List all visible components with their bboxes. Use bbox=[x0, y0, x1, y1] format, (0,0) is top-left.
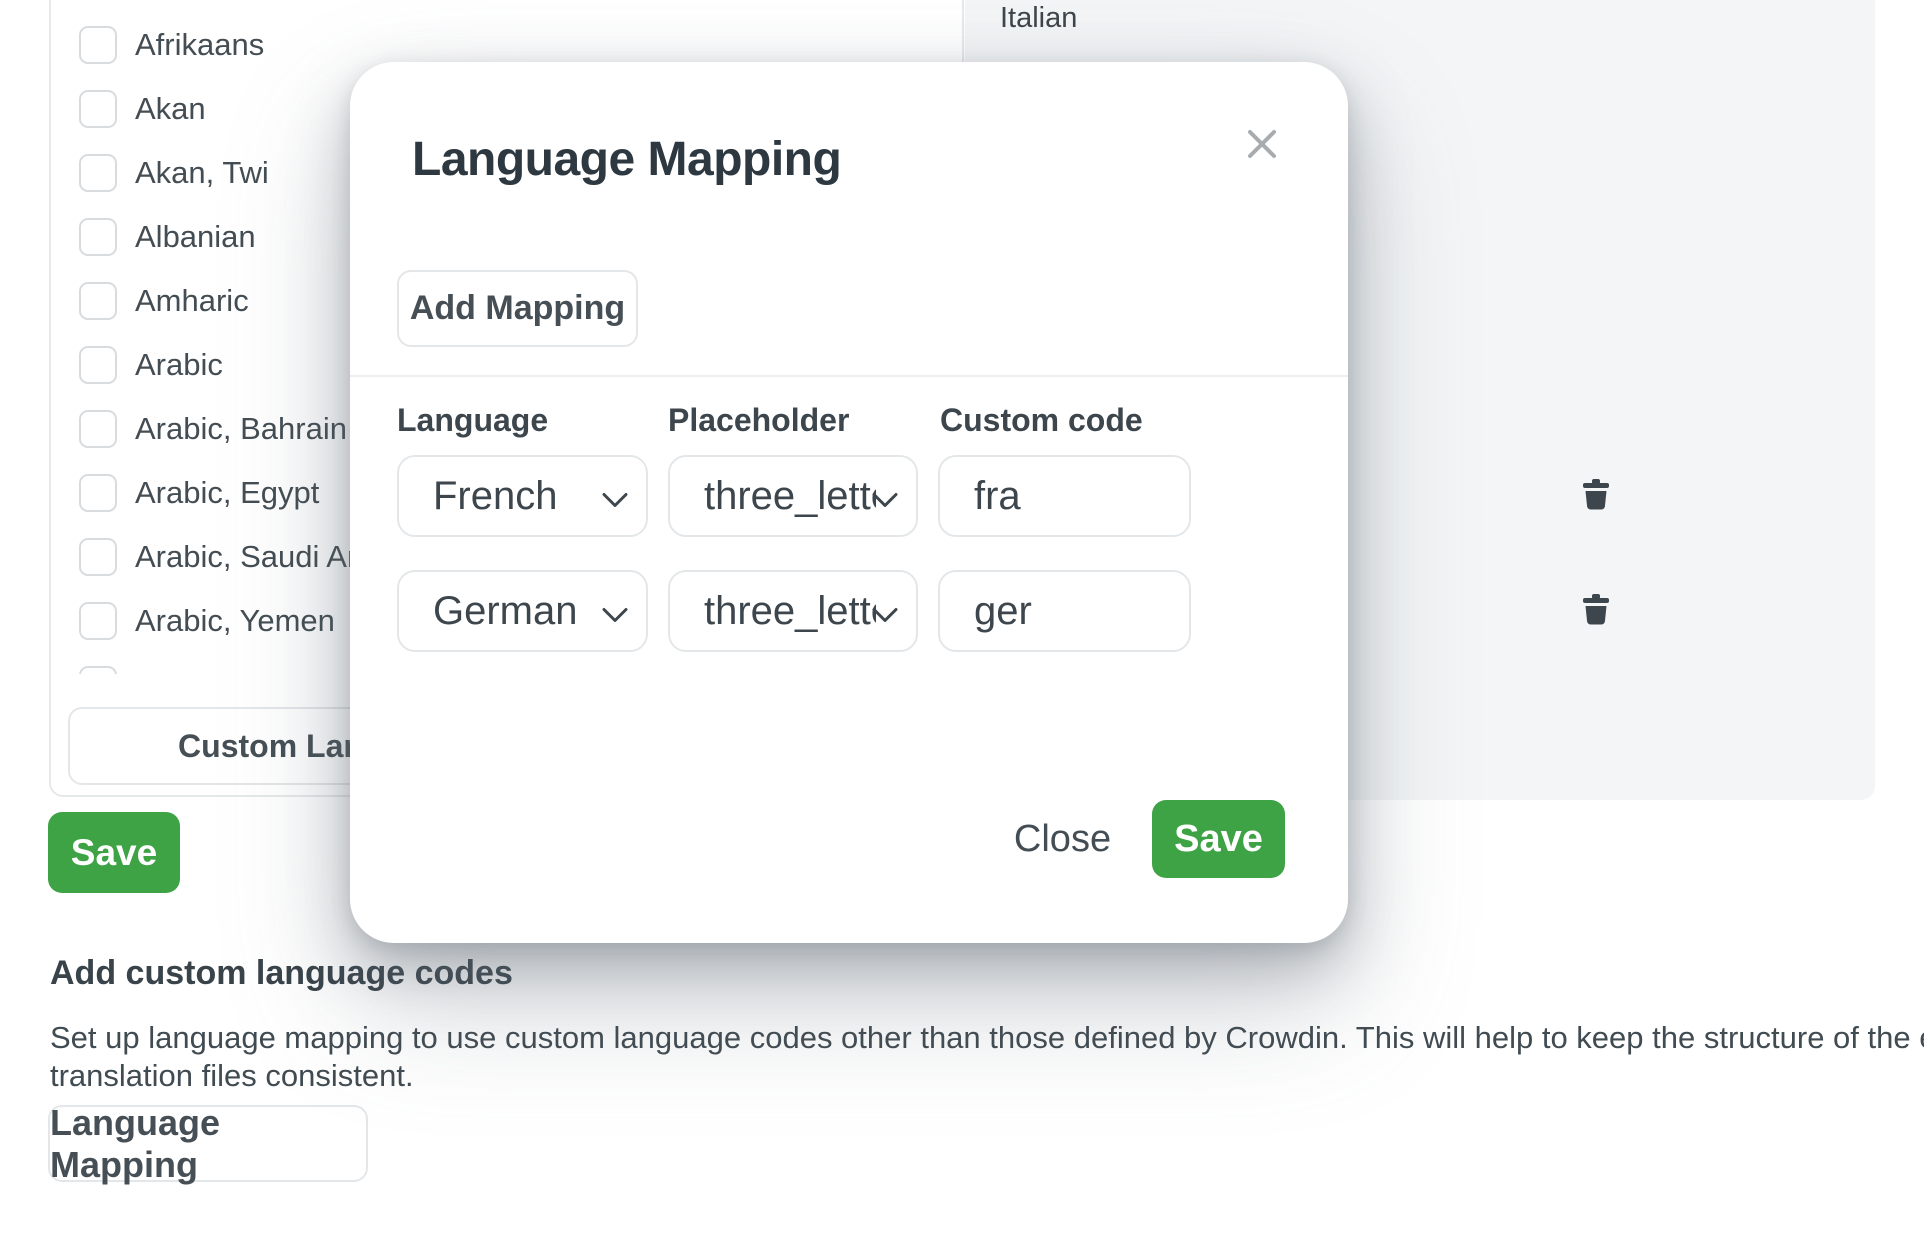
language-label: Arabic bbox=[135, 347, 223, 383]
delete-mapping-button[interactable] bbox=[1572, 455, 1620, 537]
language-checkbox[interactable] bbox=[79, 218, 117, 256]
custom-code-input[interactable] bbox=[938, 570, 1191, 652]
language-checkbox[interactable] bbox=[79, 666, 117, 674]
trash-icon bbox=[1582, 594, 1610, 628]
language-select[interactable]: French bbox=[397, 455, 648, 537]
chevron-down-icon bbox=[872, 474, 898, 519]
placeholder-select-value: three_letters bbox=[704, 589, 876, 634]
chevron-down-icon bbox=[602, 589, 628, 634]
modal-divider bbox=[350, 375, 1348, 377]
language-checkbox[interactable] bbox=[79, 26, 117, 64]
trash-icon bbox=[1582, 479, 1610, 513]
language-label: Akan bbox=[135, 91, 206, 127]
add-mapping-button[interactable]: Add Mapping bbox=[397, 270, 638, 347]
column-header-custom-code: Custom code bbox=[940, 402, 1143, 439]
language-label: Aragonese bbox=[135, 667, 285, 674]
modal-close-text-button[interactable]: Close bbox=[990, 800, 1135, 878]
chevron-down-icon bbox=[872, 589, 898, 634]
language-label: Arabic, Egypt bbox=[135, 475, 319, 511]
section-heading: Add custom language codes bbox=[50, 954, 513, 993]
language-checkbox[interactable] bbox=[79, 410, 117, 448]
project-settings-page: Afrikaans Akan Akan, Twi Albanian Amhari… bbox=[0, 0, 1924, 1245]
language-label: Albanian bbox=[135, 219, 256, 255]
modal-close-button[interactable] bbox=[1236, 120, 1288, 172]
section-description-line2: translation files consistent. bbox=[50, 1058, 414, 1094]
column-header-placeholder: Placeholder bbox=[668, 402, 849, 439]
language-checkbox[interactable] bbox=[79, 346, 117, 384]
column-header-language: Language bbox=[397, 402, 548, 439]
language-select[interactable]: German bbox=[397, 570, 648, 652]
language-label: Arabic, Yemen bbox=[135, 603, 335, 639]
mapping-row: German three_letters bbox=[350, 570, 1348, 652]
modal-save-button[interactable]: Save bbox=[1152, 800, 1285, 878]
section-description-line1: Set up language mapping to use custom la… bbox=[50, 1020, 1924, 1056]
language-checkbox[interactable] bbox=[79, 538, 117, 576]
language-label: Akan, Twi bbox=[135, 155, 269, 191]
modal-title: Language Mapping bbox=[412, 132, 841, 187]
page-save-button[interactable]: Save bbox=[48, 812, 180, 893]
delete-mapping-button[interactable] bbox=[1572, 570, 1620, 652]
language-checkbox[interactable] bbox=[79, 90, 117, 128]
custom-code-input[interactable] bbox=[938, 455, 1191, 537]
language-checkbox[interactable] bbox=[79, 602, 117, 640]
placeholder-select[interactable]: three_letters bbox=[668, 570, 918, 652]
selected-language-item[interactable]: Italian bbox=[1000, 2, 1077, 35]
language-select-value: German bbox=[433, 589, 578, 634]
language-label: Afrikaans bbox=[135, 27, 264, 63]
language-label: Amharic bbox=[135, 283, 249, 319]
language-checkbox[interactable] bbox=[79, 474, 117, 512]
language-checkbox[interactable] bbox=[79, 154, 117, 192]
language-mapping-button[interactable]: Language Mapping bbox=[48, 1105, 368, 1182]
language-label: Arabic, Bahrain bbox=[135, 411, 347, 447]
chevron-down-icon bbox=[602, 474, 628, 519]
language-checkbox[interactable] bbox=[79, 282, 117, 320]
placeholder-select-value: three_letters bbox=[704, 474, 876, 519]
close-icon bbox=[1247, 129, 1277, 164]
language-mapping-modal: Language Mapping Add Mapping Language Pl… bbox=[350, 62, 1348, 943]
language-select-value: French bbox=[433, 474, 558, 519]
mapping-row: French three_letters bbox=[350, 455, 1348, 537]
placeholder-select[interactable]: three_letters bbox=[668, 455, 918, 537]
